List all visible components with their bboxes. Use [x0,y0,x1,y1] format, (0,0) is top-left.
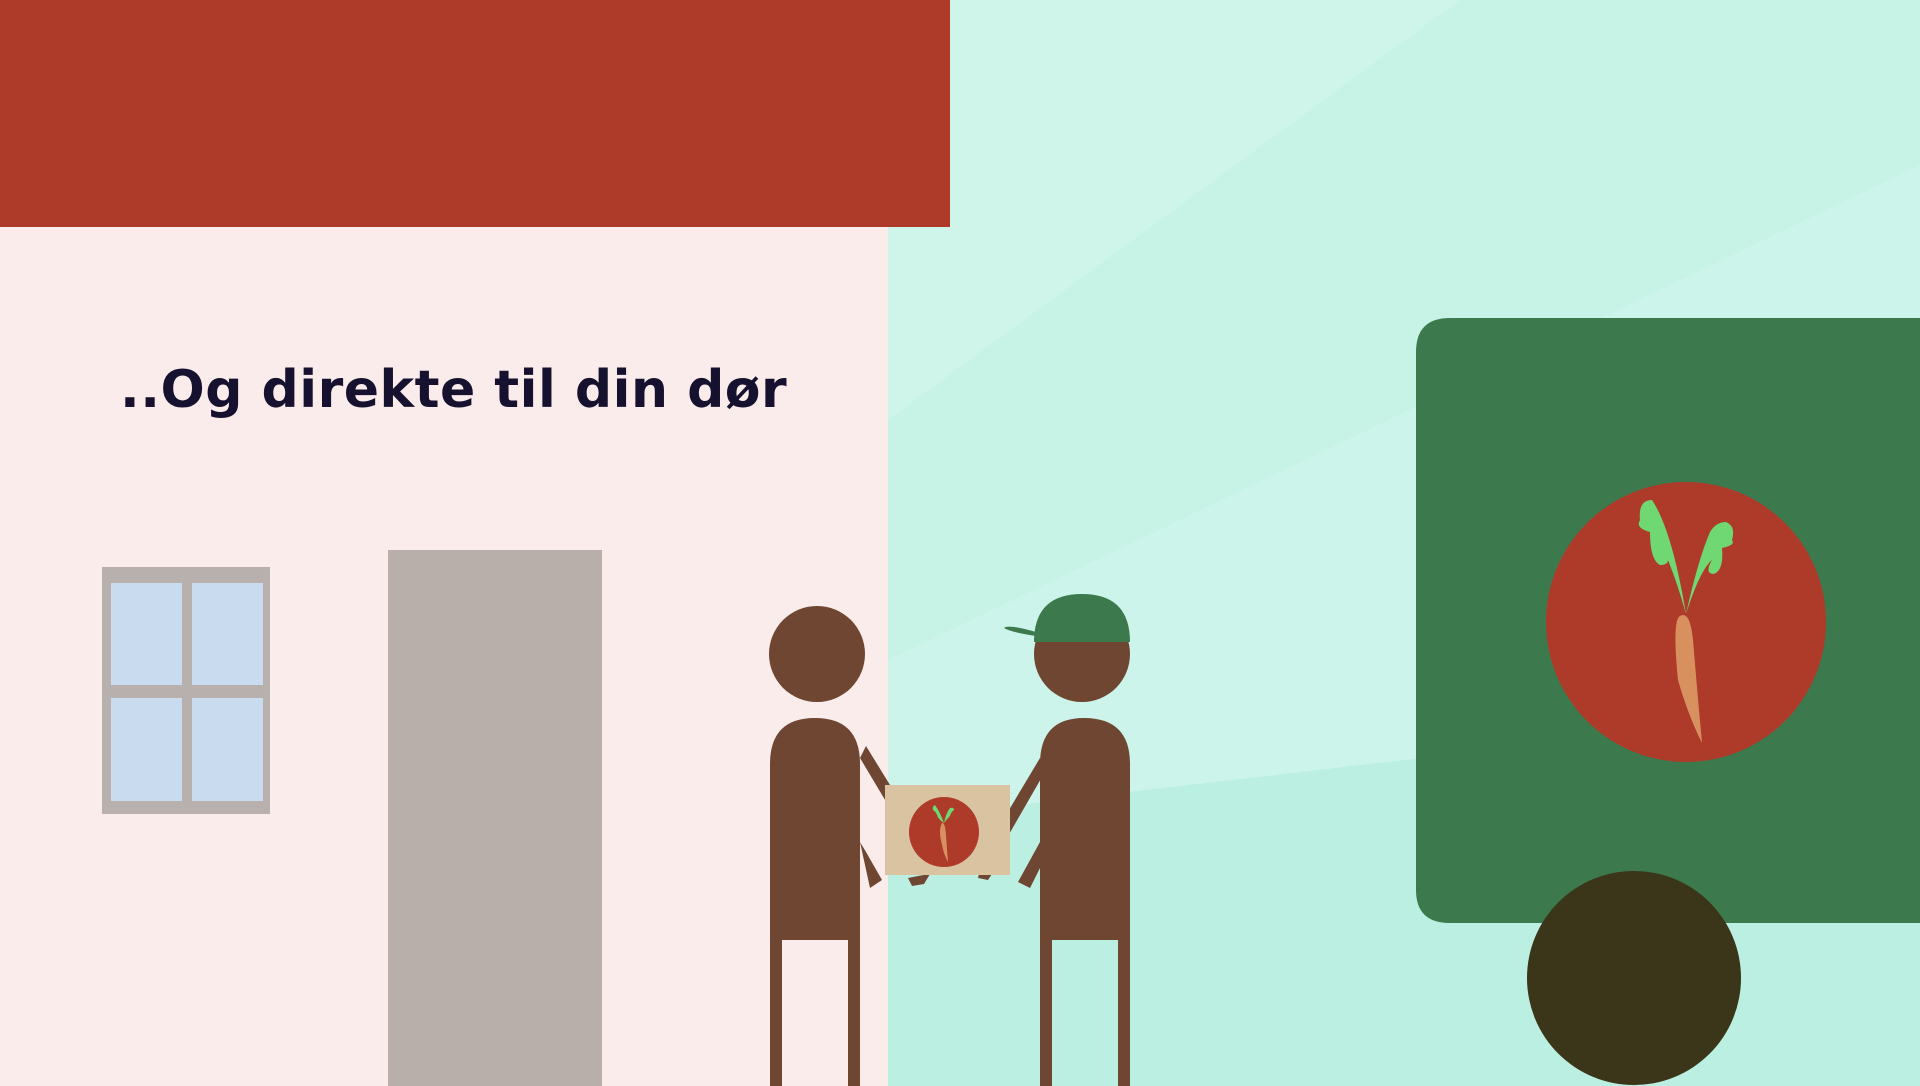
truck-wheel [1527,871,1741,1085]
customer-head [769,606,865,702]
house-roof [0,0,950,227]
carrot-logo-icon [1546,482,1826,762]
house-door [388,550,602,1086]
delivery-scene: ..Og direkte til din dør [0,0,1920,1086]
house-window [102,567,270,814]
parcel [885,785,1010,875]
headline: ..Og direkte til din dør [120,360,788,420]
carrot-logo-icon [909,797,979,867]
illustration [0,0,1920,1086]
